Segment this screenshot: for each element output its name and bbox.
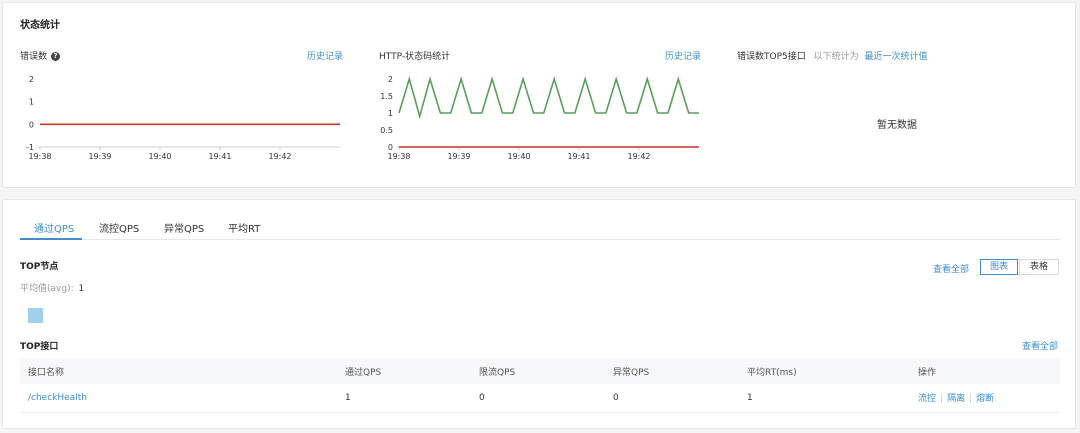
top5-latest-link[interactable]: 最近一次统计值 (865, 52, 928, 62)
col-actions: 操作 (910, 358, 1060, 384)
qps-tabs: 通过QPS 流控QPS 异常QPS 平均RT (20, 218, 1060, 240)
table-toggle-button[interactable]: 表格 (1019, 259, 1059, 275)
tab-error-qps[interactable]: 异常QPS (164, 220, 204, 235)
qps-panel: 通过QPS 流控QPS 异常QPS 平均RT TOP节点 平均值(avg): 1… (2, 199, 1076, 429)
no-data-text: 暂无数据 (877, 120, 917, 131)
avg-label: 平均值(avg): (20, 284, 74, 294)
errors-chart-y-tick: -1 (26, 143, 34, 152)
tab-flow-qps[interactable]: 流控QPS (99, 220, 139, 235)
top-nodes-title: TOP节点 (20, 262, 59, 272)
errors-chart-y-tick: 0 (29, 120, 34, 129)
http-chart-x-tick: 19:40 (507, 152, 530, 161)
top5-label: 错误数TOP5接口 (737, 52, 806, 62)
http-chart-x-tick: 19:41 (567, 152, 590, 161)
col-avg-rt: 平均RT(ms) (739, 358, 910, 384)
cell-limit-qps: 0 (471, 384, 605, 413)
errors-chart-x-tick: 19:41 (208, 152, 231, 161)
top-api-table: 接口名称 通过QPS 限流QPS 异常QPS 平均RT(ms) 操作 /chec… (20, 358, 1060, 413)
col-api-name: 接口名称 (20, 358, 337, 384)
status-panel: 状态统计 错误数? 历史记录 2 1 0 -1 19:38 19:39 19:40 19:41… (2, 2, 1076, 188)
cell-pass-qps: 1 (337, 384, 471, 413)
cell-actions: 流控 | 隔离 | 熔断 (910, 384, 1060, 413)
avg-value: 1 (78, 284, 85, 294)
errors-label: 错误数 (20, 52, 48, 62)
tab-avg-rt[interactable]: 平均RT (228, 220, 260, 235)
http-chart-x-tick: 19:42 (627, 152, 650, 161)
chart-toggle-button[interactable]: 图表 (980, 259, 1018, 275)
http-chart-x-tick: 19:38 (387, 152, 410, 161)
flow-control-link[interactable]: 流控 (918, 394, 936, 404)
cell-error-qps: 0 (605, 384, 739, 413)
errors-chart-x-tick: 19:38 (28, 152, 51, 161)
node-swatch[interactable] (28, 308, 43, 323)
errors-chart: 2 1 0 -119:38 19:39 19:40 19:41 19:42 (26, 75, 340, 161)
http-chart-series-line (398, 76, 699, 120)
tab-active-indicator (20, 238, 82, 240)
http-history-link[interactable]: 历史记录 (665, 49, 701, 62)
errors-chart-x-tick: 19:40 (148, 152, 171, 161)
errors-chart-x-tick: 19:42 (268, 152, 291, 161)
errors-history-link[interactable]: 历史记录 (307, 49, 343, 62)
http-chart-x-tick: 19:39 (447, 152, 470, 161)
api-name-link[interactable]: /checkHealth (28, 393, 87, 403)
status-title: 状态统计 (20, 20, 60, 31)
errors-header: 错误数? (20, 49, 61, 62)
http-chart-y-tick: 0 (388, 143, 393, 152)
http-chart-y-tick: 1.5 (380, 92, 393, 101)
top-api-title: TOP接口 (20, 342, 59, 352)
col-error-qps: 异常QPS (605, 358, 739, 384)
avg-line: 平均值(avg): 1 (20, 281, 84, 294)
table-row: /checkHealth 1 0 0 1 流控 | 隔离 | 熔断 (20, 384, 1060, 413)
http-status-chart: 2 1.5 1 0.5 019:38 19:39 19:40 19:41 19:42 (380, 75, 699, 161)
cell-avg-rt: 1 (739, 384, 910, 413)
http-chart-y-tick: 1 (388, 109, 393, 118)
top5-hint: 以下统计为 (813, 52, 859, 62)
circuit-break-link[interactable]: 熔断 (976, 394, 994, 404)
tab-pass-qps[interactable]: 通过QPS (34, 220, 74, 235)
top5-header: 错误数TOP5接口 以下统计为 最近一次统计值 (737, 49, 928, 62)
top-nodes-view-all-link[interactable]: 查看全部 (933, 262, 969, 275)
col-pass-qps: 通过QPS (337, 358, 471, 384)
top-api-view-all-link[interactable]: 查看全部 (1022, 339, 1058, 352)
errors-chart-y-tick: 1 (29, 98, 34, 107)
col-limit-qps: 限流QPS (471, 358, 605, 384)
isolate-link[interactable]: 隔离 (947, 394, 965, 404)
http-chart-y-tick: 0.5 (380, 126, 393, 135)
http-label: HTTP-状态码统计 (379, 52, 451, 62)
errors-chart-x-tick: 19:39 (88, 152, 111, 161)
help-icon[interactable]: ? (51, 52, 61, 61)
table-header-row: 接口名称 通过QPS 限流QPS 异常QPS 平均RT(ms) 操作 (20, 358, 1060, 384)
errors-chart-y-tick: 2 (29, 75, 34, 84)
http-chart-y-tick: 2 (388, 75, 393, 84)
